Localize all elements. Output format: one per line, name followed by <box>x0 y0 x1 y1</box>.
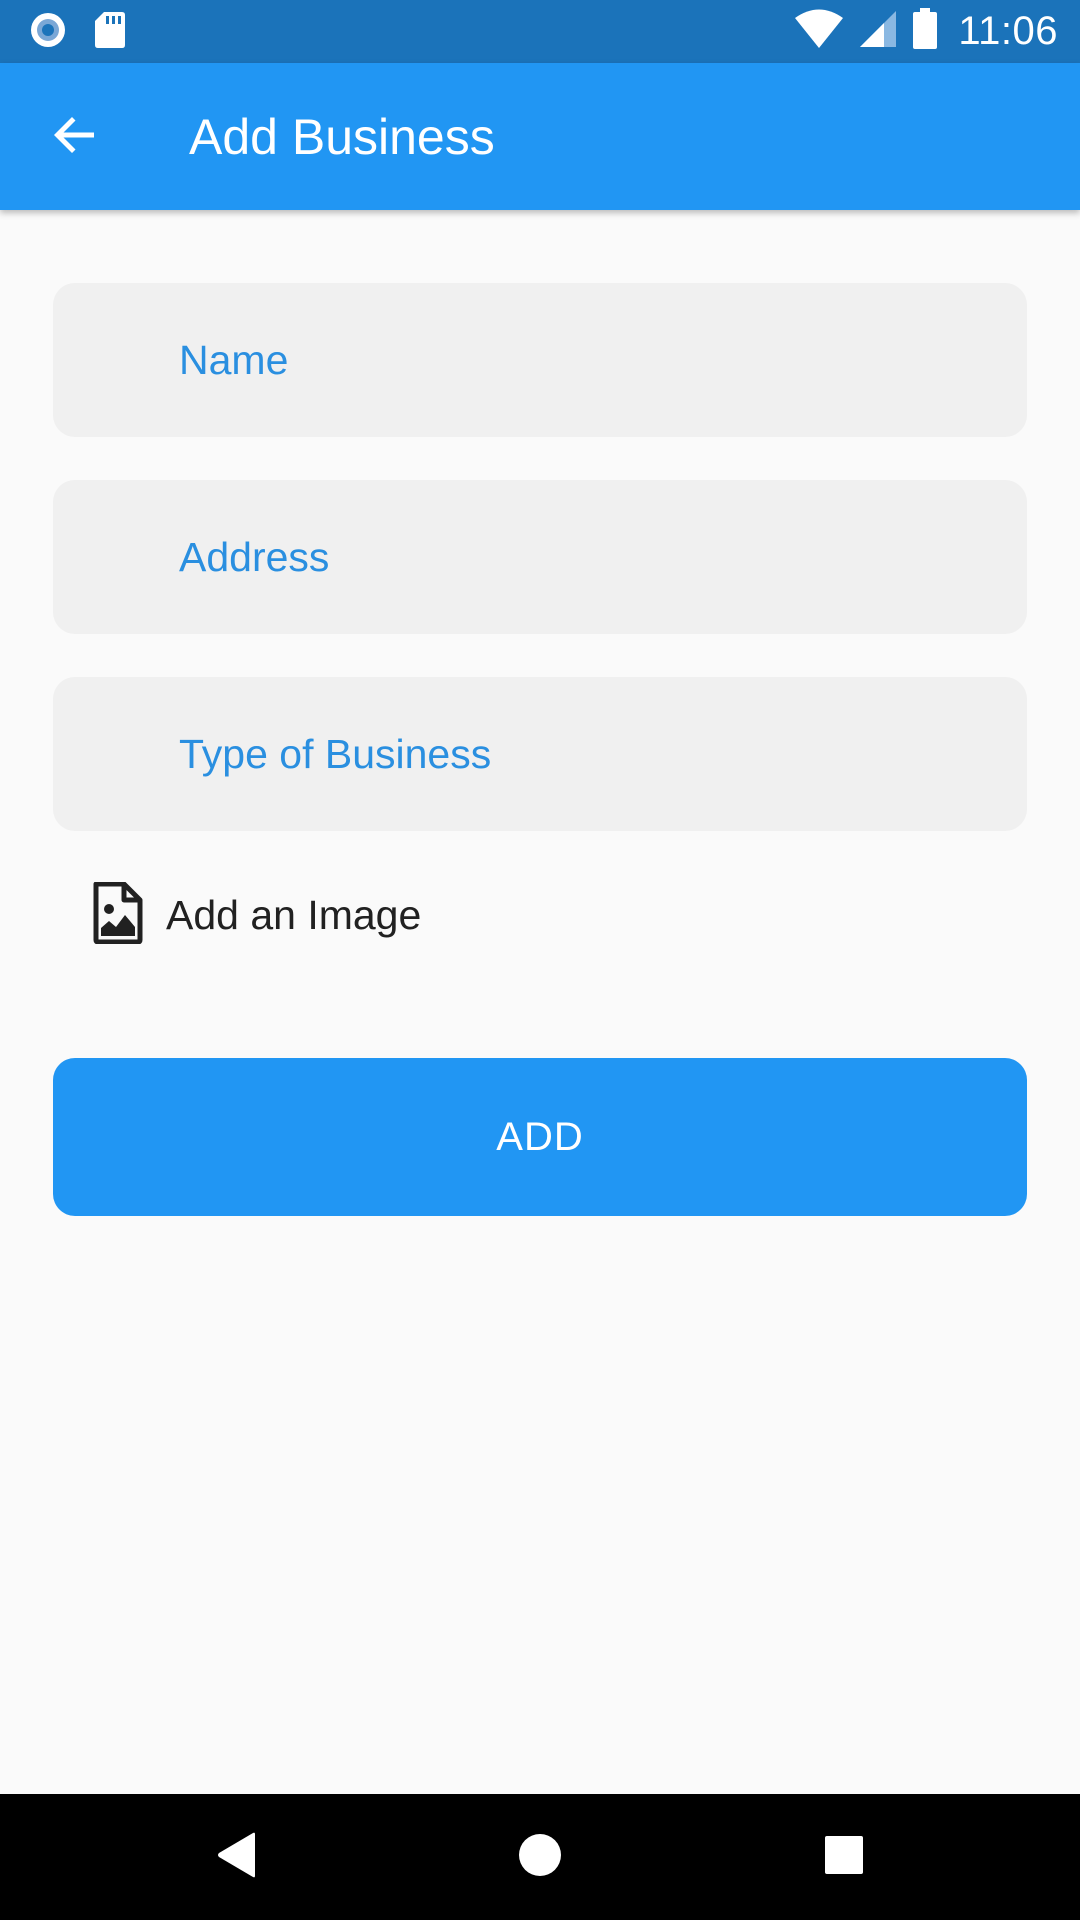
navigation-bar <box>0 1794 1080 1920</box>
image-file-icon <box>92 881 144 949</box>
app-bar: Add Business <box>0 63 1080 210</box>
cell-signal-icon <box>858 9 898 54</box>
add-button[interactable]: ADD <box>53 1058 1027 1216</box>
record-icon <box>28 10 68 55</box>
battery-icon <box>912 7 938 55</box>
address-field[interactable] <box>53 480 1027 634</box>
nav-back-icon <box>215 1831 259 1884</box>
nav-recents-button[interactable] <box>811 1824 877 1890</box>
status-left <box>28 10 126 55</box>
nav-home-button[interactable] <box>507 1824 573 1890</box>
add-image-button[interactable]: Add an Image <box>92 880 421 950</box>
sd-card-icon <box>94 10 126 55</box>
status-time: 11:06 <box>958 8 1058 53</box>
name-field-container <box>53 283 1027 437</box>
nav-back-button[interactable] <box>204 1824 270 1890</box>
screen: 11:06 Add Business Name Address Type of … <box>0 0 1080 1920</box>
wifi-icon <box>794 9 844 54</box>
nav-recents-icon <box>824 1835 864 1880</box>
business-type-field[interactable] <box>53 677 1027 831</box>
name-field[interactable] <box>53 283 1027 437</box>
page-title: Add Business <box>189 109 495 165</box>
status-right: 11:06 <box>794 7 1058 55</box>
add-image-label: Add an Image <box>166 891 422 938</box>
arrow-back-icon <box>50 111 98 164</box>
address-field-container <box>53 480 1027 634</box>
status-bar: 11:06 <box>0 0 1080 63</box>
business-type-field-container <box>53 677 1027 831</box>
back-button[interactable] <box>44 107 104 167</box>
nav-home-icon <box>518 1833 562 1882</box>
